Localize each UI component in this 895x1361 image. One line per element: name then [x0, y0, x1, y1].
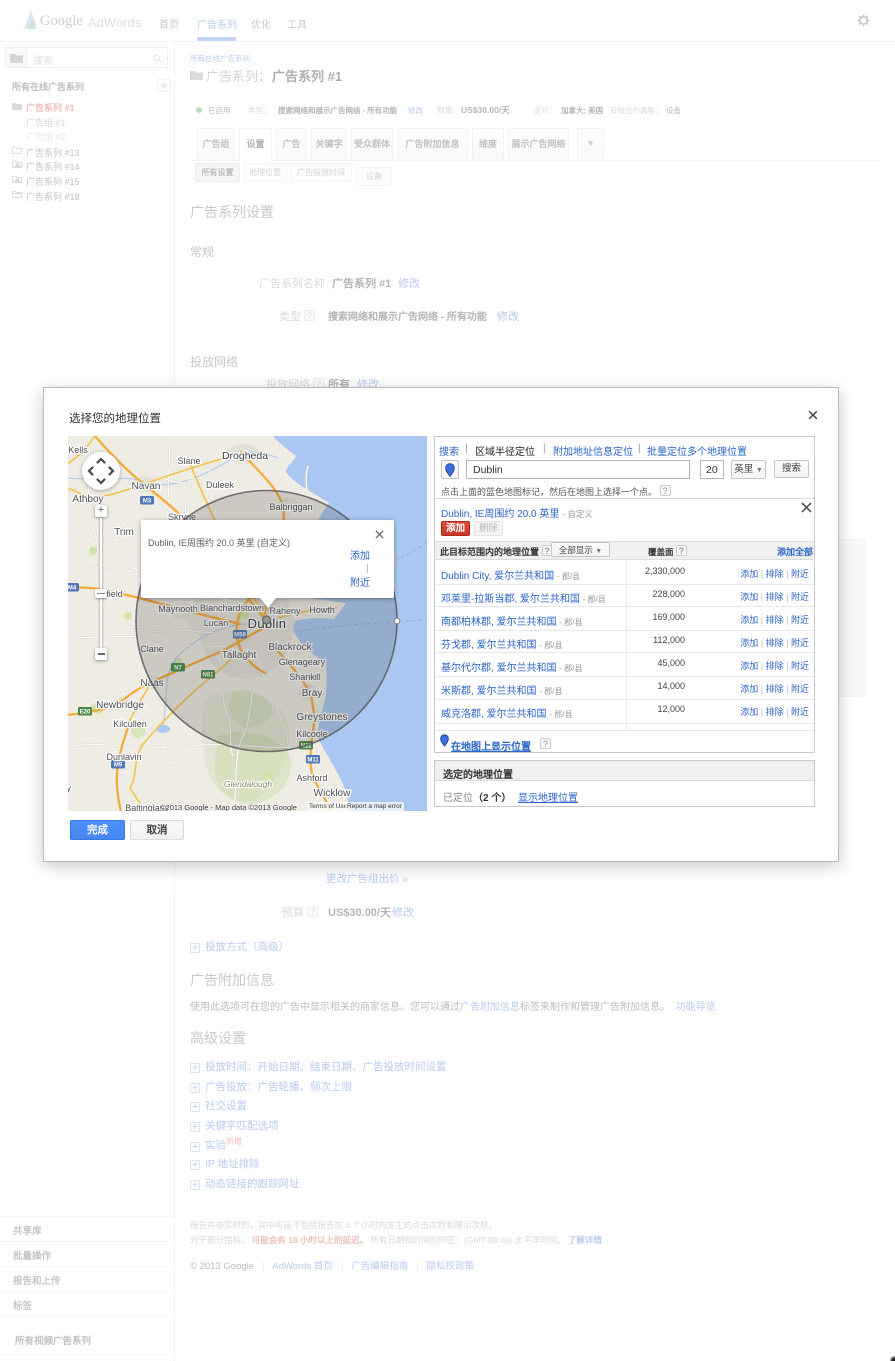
svg-text:M4: M4: [68, 586, 77, 592]
svg-text:Duleek: Duleek: [206, 480, 235, 490]
svg-text:Navan: Navan: [132, 481, 161, 492]
svg-text:M9: M9: [114, 763, 123, 769]
svg-text:Drogheda: Drogheda: [222, 450, 268, 462]
svg-text:M11: M11: [307, 758, 319, 764]
svg-text:M3: M3: [143, 499, 152, 505]
svg-text:Dunlavin: Dunlavin: [106, 752, 141, 762]
svg-text:Newbridge: Newbridge: [96, 700, 144, 711]
svg-text:Wicklow: Wicklow: [314, 788, 351, 799]
svg-text:Glendalough: Glendalough: [224, 779, 272, 789]
svg-text:Slane: Slane: [177, 456, 200, 466]
svg-text:Athy: Athy: [68, 783, 72, 793]
svg-text:Kilcullen: Kilcullen: [113, 719, 147, 729]
svg-text:Trim: Trim: [114, 527, 134, 538]
svg-text:E20: E20: [80, 710, 91, 716]
svg-text:Ashford: Ashford: [296, 773, 327, 783]
